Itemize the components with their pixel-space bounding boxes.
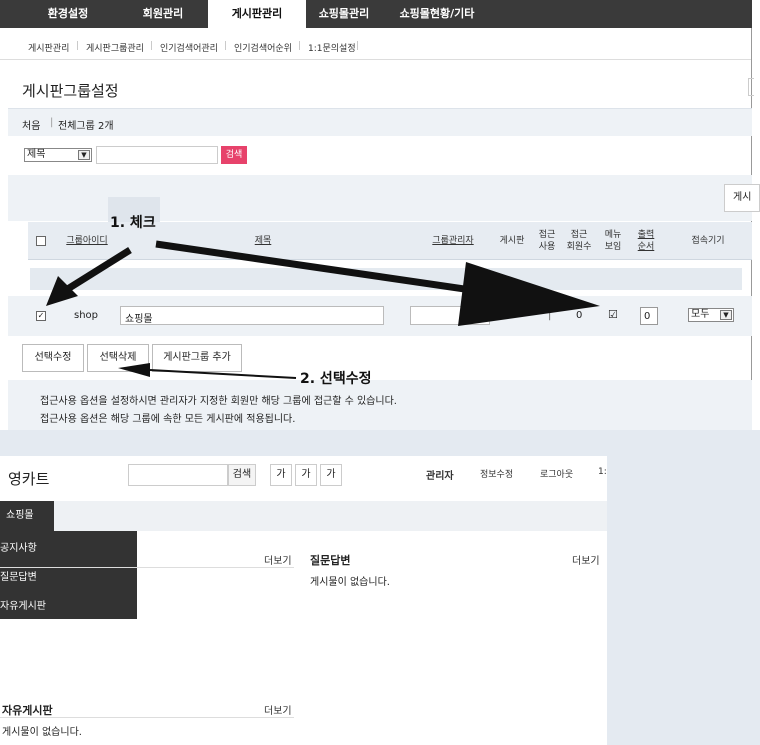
shop-logo[interactable]: 영카트 (8, 468, 49, 489)
shop-search-input[interactable] (128, 464, 228, 486)
qna-empty-message: 게시물이 없습니다. (310, 577, 390, 588)
category-dropdown: 공지사항 질문답변 자유게시판 (0, 531, 137, 619)
admin-screenshot: 환경설정 회원관리 게시판관리 쇼핑몰관리 쇼핑몰현황/기타 게시판관리 | 게… (0, 0, 760, 430)
shop-page: 영카트 검색 가 가 가 관리자 정보수정 로그아웃 1: 쇼핑몰 공지사항 질… (0, 456, 607, 745)
shop-header: 영카트 검색 가 가 가 관리자 정보수정 로그아웃 1: (0, 456, 607, 501)
pane-divider (0, 567, 294, 568)
shop-screenshot: 영카트 검색 가 가 가 관리자 정보수정 로그아웃 1: 쇼핑몰 공지사항 질… (0, 430, 760, 745)
qna-more-link[interactable]: 더보기 (572, 552, 600, 567)
category-item-notice[interactable]: 공지사항 (0, 539, 37, 554)
category-item-free-board[interactable]: 자유게시판 (0, 597, 46, 612)
top-menu-overflow[interactable]: 1: (598, 467, 607, 477)
arrow-to-edit-button (118, 363, 297, 379)
category-tab-shop[interactable]: 쇼핑몰 (0, 501, 54, 531)
font-size-large-button[interactable]: 가 (320, 464, 342, 486)
notice-more-link[interactable]: 더보기 (264, 552, 292, 567)
profile-link[interactable]: 정보수정 (480, 467, 513, 480)
free-board-title: 자유게시판 (2, 704, 53, 717)
shop-search-button[interactable]: 검색 (228, 464, 256, 486)
font-size-medium-button[interactable]: 가 (295, 464, 317, 486)
logout-link[interactable]: 로그아웃 (540, 467, 573, 480)
annotation-step1: 1. 체크 (110, 215, 156, 231)
font-size-small-button[interactable]: 가 (270, 464, 292, 486)
category-item-qna[interactable]: 질문답변 (0, 568, 37, 583)
free-board-empty-message: 게시물이 없습니다. (2, 727, 82, 738)
category-bar (0, 501, 607, 531)
admin-link[interactable]: 관리자 (426, 467, 454, 482)
arrow-to-checkbox (46, 247, 132, 306)
arrow-to-menu-checkbox (155, 240, 600, 326)
qna-title: 질문답변 (310, 554, 351, 567)
pane-divider (0, 717, 294, 718)
annotation-step2: 2. 선택수정 (300, 371, 372, 387)
free-board-more-link[interactable]: 더보기 (264, 702, 292, 717)
